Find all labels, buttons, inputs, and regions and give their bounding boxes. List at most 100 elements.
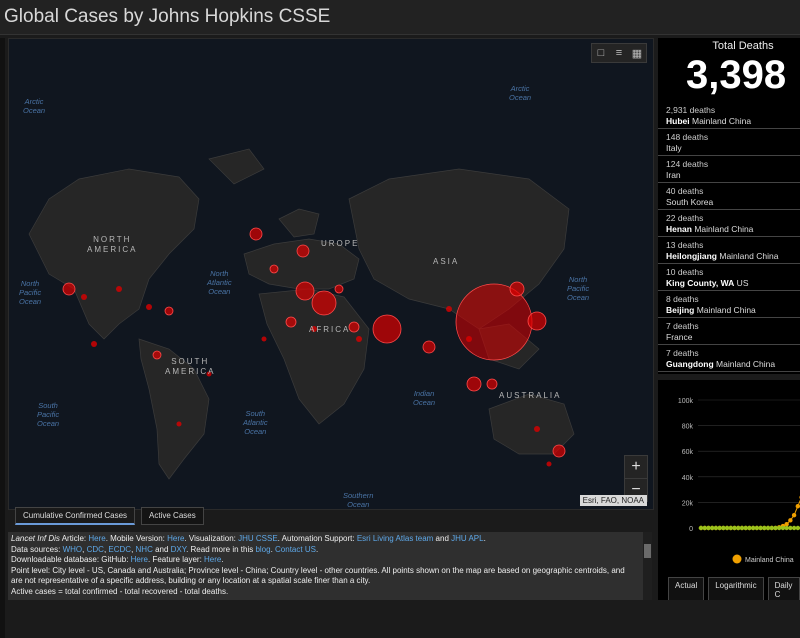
chart-tabs: Actual Logarithmic Daily C: [668, 577, 800, 600]
nhc-link[interactable]: NHC: [136, 545, 153, 554]
list-icon[interactable]: ≡: [610, 44, 628, 62]
total-deaths-panel: Total Deaths 3,398 2,931 deaths Hubei Mai…: [658, 38, 800, 374]
country-name: Mainland China: [717, 251, 779, 261]
country-name: Mainland China: [691, 224, 754, 234]
death-count: 13 deaths: [666, 240, 704, 250]
blog-link[interactable]: blog: [255, 545, 270, 554]
data-point[interactable]: [795, 504, 800, 509]
deaths-list-item[interactable]: 10 deaths King County, WA US: [658, 264, 800, 291]
dxy-link[interactable]: DXY: [171, 545, 186, 554]
world-map[interactable]: Arctic Ocean Arctic Ocean North Atlantic…: [8, 38, 654, 510]
article-link[interactable]: Here: [88, 534, 105, 543]
info-text: and: [433, 534, 452, 543]
app-header: Global Cases by Johns Hopkins CSSE: [0, 0, 800, 35]
scrollbar-thumb[interactable]: [644, 544, 651, 558]
deaths-list-item[interactable]: 7 deaths France: [658, 318, 800, 345]
info-line-3: Downloadable database: GitHub: Here. Fea…: [11, 555, 224, 564]
tab-cumulative-confirmed[interactable]: Cumulative Confirmed Cases: [15, 507, 136, 525]
region-name: King County, WA: [666, 278, 735, 288]
apl-link[interactable]: JHU APL: [451, 534, 483, 543]
death-count: 2,931 deaths: [666, 105, 716, 115]
info-scrollbar[interactable]: [643, 532, 652, 600]
total-deaths-label: Total Deaths: [712, 40, 774, 52]
data-point[interactable]: [795, 525, 800, 531]
deaths-list: 2,931 deaths Hubei Mainland China 148 dea…: [658, 102, 800, 372]
deaths-list-item[interactable]: 7 deaths Guangdong Mainland China: [658, 345, 800, 372]
who-link[interactable]: WHO: [63, 545, 83, 554]
cases-line-chart[interactable]: 100k 80k 60k 40k 20k 0 Mainland China: [658, 380, 800, 575]
death-count: 22 deaths: [666, 213, 704, 223]
region-name: Beijing: [666, 305, 695, 315]
deaths-list-item[interactable]: 22 deaths Henan Mainland China: [658, 210, 800, 237]
bookmark-icon[interactable]: □: [592, 44, 610, 62]
left-panel-edge: [0, 38, 5, 638]
deaths-list-item[interactable]: 13 deaths Heilongjiang Mainland China: [658, 237, 800, 264]
mobile-link[interactable]: Here: [167, 534, 184, 543]
death-count: 124 deaths: [666, 159, 709, 169]
info-line-4: Point level: City level - US, Canada and…: [11, 565, 625, 586]
continent-label: AFRICA: [309, 325, 351, 334]
legend-marker: [732, 554, 742, 564]
region-name: Hubei: [666, 116, 690, 126]
ocean-label: North Atlantic Ocean: [207, 269, 232, 296]
y-tick-label: 100k: [678, 398, 694, 405]
region-name: Henan: [666, 224, 692, 234]
data-point[interactable]: [791, 513, 797, 518]
region-name: Heilongjiang: [666, 251, 717, 261]
deaths-list-item[interactable]: 124 deaths Iran: [658, 156, 800, 183]
feature-layer-link[interactable]: Here: [204, 555, 221, 564]
death-count: 148 deaths: [666, 132, 709, 142]
death-count: 40 deaths: [666, 186, 704, 196]
map-layer-tabs: Cumulative Confirmed Cases Active Cases: [15, 507, 204, 525]
deaths-list-item[interactable]: 2,931 deaths Hubei Mainland China: [658, 102, 800, 129]
country-name: Iran: [666, 170, 681, 180]
continent-label: AUSTRALIA: [499, 391, 562, 400]
cdc-link[interactable]: CDC: [87, 545, 104, 554]
continent-label: ASIA: [433, 257, 460, 266]
death-count: 8 deaths: [666, 294, 699, 304]
deaths-list-item[interactable]: 40 deaths South Korea: [658, 183, 800, 210]
ocean-label: Arctic Ocean: [23, 97, 46, 115]
github-link[interactable]: Here: [131, 555, 148, 564]
country-name: Italy: [666, 143, 682, 153]
tab-logarithmic[interactable]: Logarithmic: [708, 577, 764, 600]
map-canvas[interactable]: [9, 39, 653, 509]
contact-link[interactable]: Contact US: [275, 545, 316, 554]
total-deaths-value: 3,398: [686, 53, 787, 97]
data-point[interactable]: [788, 518, 793, 523]
zoom-in-button[interactable]: +: [625, 456, 647, 478]
info-panel: Lancet Inf Dis Article: Here. Mobile Ver…: [8, 532, 652, 600]
tab-actual[interactable]: Actual: [668, 577, 705, 600]
y-tick-label: 0: [689, 526, 693, 533]
country-name: Mainland China: [694, 305, 756, 315]
y-tick-label: 60k: [682, 449, 694, 456]
y-tick-label: 40k: [682, 475, 694, 482]
jhu-link[interactable]: JHU CSSE: [238, 534, 278, 543]
journal-name: Lancet Inf Dis: [11, 534, 60, 543]
ocean-label: South Pacific Ocean: [37, 401, 60, 428]
info-text: . Mobile Version:: [105, 534, 168, 543]
esri-link[interactable]: Esri Living Atlas team: [357, 534, 433, 543]
map-toolbar: □ ≡ ▦: [591, 43, 647, 63]
death-count: 10 deaths: [666, 267, 704, 277]
y-tick-label: 20k: [682, 500, 694, 507]
info-line-5: Active cases = total confirmed - total r…: [11, 586, 229, 596]
tab-daily-cases[interactable]: Daily C: [767, 577, 800, 600]
info-line-2: Data sources: WHO, CDC, ECDC, NHC and DX…: [11, 544, 319, 554]
deaths-list-item[interactable]: 8 deaths Beijing Mainland China: [658, 291, 800, 318]
tab-active-cases[interactable]: Active Cases: [141, 507, 204, 525]
info-text: . Automation Support:: [277, 534, 357, 543]
qr-code-icon[interactable]: ▦: [628, 44, 646, 62]
country-name: Mainland China: [713, 359, 776, 369]
map-attribution: Esri, FAO, NOAA: [579, 495, 647, 506]
y-tick-label: 80k: [682, 424, 694, 431]
data-point[interactable]: [784, 521, 789, 527]
info-line-1: Lancet Inf Dis Article: Here. Mobile Ver…: [11, 534, 486, 543]
cases-chart-panel: 100k 80k 60k 40k 20k 0 Mainland China Actual L…: [658, 380, 800, 600]
country-name: Mainland China: [689, 116, 752, 126]
deaths-list-item[interactable]: 148 deaths Italy: [658, 129, 800, 156]
info-text: Article:: [59, 534, 89, 543]
ocean-label: North Pacific Ocean: [19, 279, 42, 306]
legend-label: Mainland China: [745, 557, 794, 564]
ecdc-link[interactable]: ECDC: [108, 545, 131, 554]
